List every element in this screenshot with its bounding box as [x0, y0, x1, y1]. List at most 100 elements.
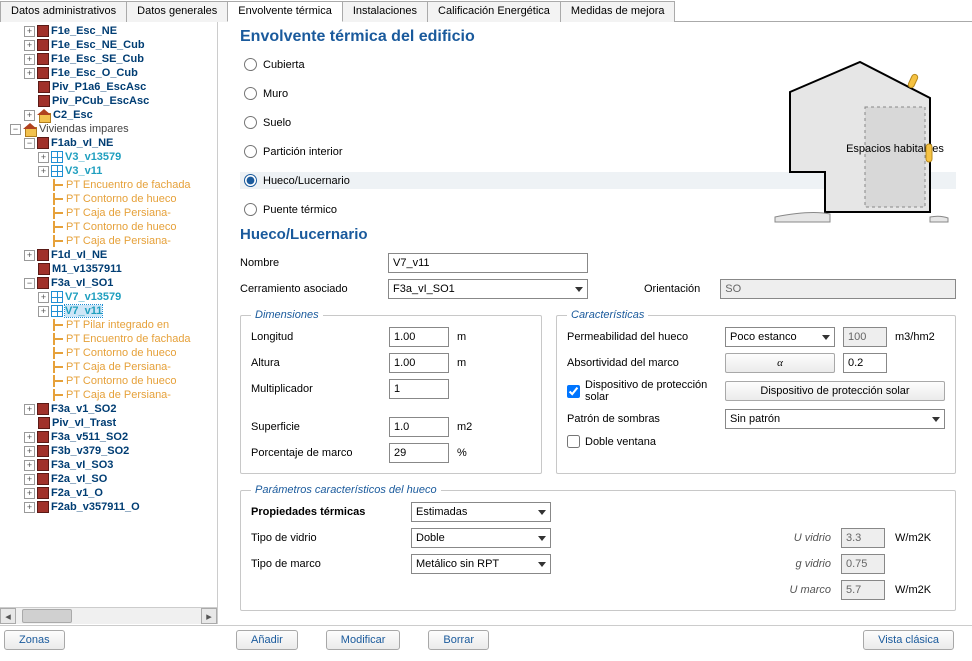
tab-general[interactable]: Datos generales	[126, 1, 228, 22]
tree-node[interactable]: PT Caja de Persiana-	[66, 207, 171, 219]
wall-icon	[37, 403, 49, 415]
tree-node[interactable]: PT Contorno de hueco	[66, 221, 176, 233]
tree-node[interactable]: Piv_P1a6_EscAsc	[52, 81, 146, 93]
delete-button[interactable]: Borrar	[428, 630, 489, 650]
expand-icon[interactable]: +	[24, 250, 35, 261]
classic-view-button[interactable]: Vista clásica	[863, 630, 954, 650]
scroll-left-icon[interactable]: ◂	[0, 608, 16, 624]
tree-node[interactable]: PT Contorno de hueco	[66, 347, 176, 359]
checkbox-doble[interactable]: Doble ventana	[567, 435, 945, 448]
house-icon	[37, 109, 51, 121]
tree-node[interactable]: F2a_v1_O	[51, 487, 103, 499]
input-abs[interactable]: 0.2	[843, 353, 887, 373]
tree-node[interactable]: PT Caja de Persiana-	[66, 235, 171, 247]
tree-node[interactable]: PT Caja de Persiana-	[66, 389, 171, 401]
scroll-right-icon[interactable]: ▸	[201, 608, 217, 624]
tree-node[interactable]: F3a_vI_SO3	[51, 459, 113, 471]
tree-node[interactable]: F2ab_v357911_O	[51, 501, 140, 513]
combo-marco[interactable]: Metálico sin RPT	[411, 554, 551, 574]
expand-icon[interactable]: +	[24, 502, 35, 513]
tree-node[interactable]: V7_v13579	[65, 291, 121, 303]
collapse-icon[interactable]: −	[10, 124, 21, 135]
tree-node[interactable]: M1_v1357911	[52, 263, 122, 275]
combo-cerr[interactable]: F3a_vI_SO1	[388, 279, 588, 299]
tree-node[interactable]: PT Encuentro de fachada	[66, 333, 191, 345]
tab-envolvente[interactable]: Envolvente térmica	[227, 1, 343, 22]
modify-button[interactable]: Modificar	[326, 630, 401, 650]
horizontal-scrollbar[interactable]: ◂ ▸	[0, 607, 217, 624]
tree-node[interactable]: F1e_Esc_NE_Cub	[51, 39, 145, 51]
input-sup[interactable]: 1.0	[389, 417, 449, 437]
tab-mejora[interactable]: Medidas de mejora	[560, 1, 676, 22]
caret-icon	[575, 287, 583, 292]
input-nombre[interactable]: V7_v11	[388, 253, 588, 273]
tree-node[interactable]: PT Contorno de hueco	[66, 193, 176, 205]
tree-node[interactable]: F1e_Esc_NE	[51, 25, 117, 37]
expand-icon[interactable]: +	[24, 68, 35, 79]
input-umarco: 5.7	[841, 580, 885, 600]
combo-patron[interactable]: Sin patrón	[725, 409, 945, 429]
expand-icon[interactable]: +	[24, 474, 35, 485]
tree-node[interactable]: F2a_vI_SO	[51, 473, 107, 485]
expand-icon[interactable]: +	[24, 40, 35, 51]
expand-icon[interactable]: +	[24, 446, 35, 457]
tree-node[interactable]: PT Contorno de hueco	[66, 375, 176, 387]
expand-icon[interactable]: +	[24, 488, 35, 499]
expand-icon[interactable]: +	[38, 166, 49, 177]
button-alpha[interactable]: α	[725, 353, 835, 373]
checkbox-disp[interactable]: Dispositivo de protección solar	[567, 379, 717, 403]
wall-icon	[37, 431, 49, 443]
caret-icon	[538, 510, 546, 515]
unit-wm2k: W/m2K	[895, 584, 945, 596]
add-button[interactable]: Añadir	[236, 630, 298, 650]
input-long[interactable]: 1.00	[389, 327, 449, 347]
expand-icon[interactable]: +	[24, 404, 35, 415]
scroll-thumb[interactable]	[22, 609, 72, 623]
tab-admin[interactable]: Datos administrativos	[0, 1, 127, 22]
label-nombre: Nombre	[240, 257, 380, 269]
tree-node[interactable]: F1e_Esc_O_Cub	[51, 67, 138, 79]
wall-icon	[38, 417, 50, 429]
bottom-left-bar: Zonas	[0, 625, 218, 659]
button-disp[interactable]: Dispositivo de protección solar	[725, 381, 945, 401]
collapse-icon[interactable]: −	[24, 278, 35, 289]
tree-node[interactable]: F1e_Esc_SE_Cub	[51, 53, 144, 65]
combo-perm[interactable]: Poco estanco	[725, 327, 835, 347]
tree-node[interactable]: PT Caja de Persiana-	[66, 361, 171, 373]
expand-icon[interactable]: +	[24, 460, 35, 471]
input-pctmarco[interactable]: 29	[389, 443, 449, 463]
expand-icon[interactable]: +	[38, 292, 49, 303]
tree-node[interactable]: F1ab_vI_NE	[51, 137, 113, 149]
tree-node[interactable]: V3_v13579	[65, 151, 121, 163]
expand-icon[interactable]: +	[24, 54, 35, 65]
tab-calificacion[interactable]: Calificación Energética	[427, 1, 561, 22]
tree-node[interactable]: V3_v11	[65, 165, 102, 177]
tree-node-selected[interactable]: V7_v11	[65, 305, 102, 317]
tree-node[interactable]: PT Pilar integrado en	[66, 319, 169, 331]
input-alt[interactable]: 1.00	[389, 353, 449, 373]
tree-node[interactable]: F3a_v511_SO2	[51, 431, 128, 443]
tree-node[interactable]: Piv_vI_Trast	[52, 417, 116, 429]
expand-icon[interactable]: +	[24, 432, 35, 443]
input-mult[interactable]: 1	[389, 379, 449, 399]
tree-node[interactable]: F3b_v379_SO2	[51, 445, 129, 457]
tree-node[interactable]: F3a_v1_SO2	[51, 403, 116, 415]
tree-node[interactable]: Piv_PCub_EscAsc	[52, 95, 149, 107]
expand-icon[interactable]: +	[24, 110, 35, 121]
combo-vidrio[interactable]: Doble	[411, 528, 551, 548]
tree-node[interactable]: PT Encuentro de fachada	[66, 179, 191, 191]
tree-node[interactable]: F3a_vI_SO1	[51, 277, 113, 289]
tab-instalaciones[interactable]: Instalaciones	[342, 1, 428, 22]
zonas-button[interactable]: Zonas	[4, 630, 65, 650]
expand-icon[interactable]: +	[38, 306, 49, 317]
tree[interactable]: + F1e_Esc_NE + F1e_Esc_NE_Cub + F1e_Esc_SE_…	[0, 22, 217, 602]
expand-icon[interactable]: +	[24, 26, 35, 37]
collapse-icon[interactable]: −	[24, 138, 35, 149]
tree-node[interactable]: F1d_vI_NE	[51, 249, 107, 261]
tree-node[interactable]: Viviendas impares	[39, 123, 129, 135]
combo-prop[interactable]: Estimadas	[411, 502, 551, 522]
expand-icon[interactable]: +	[38, 152, 49, 163]
label-pctmarco: Porcentaje de marco	[251, 447, 381, 459]
tree-node[interactable]: C2_Esc	[53, 109, 93, 121]
wall-icon	[37, 459, 49, 471]
